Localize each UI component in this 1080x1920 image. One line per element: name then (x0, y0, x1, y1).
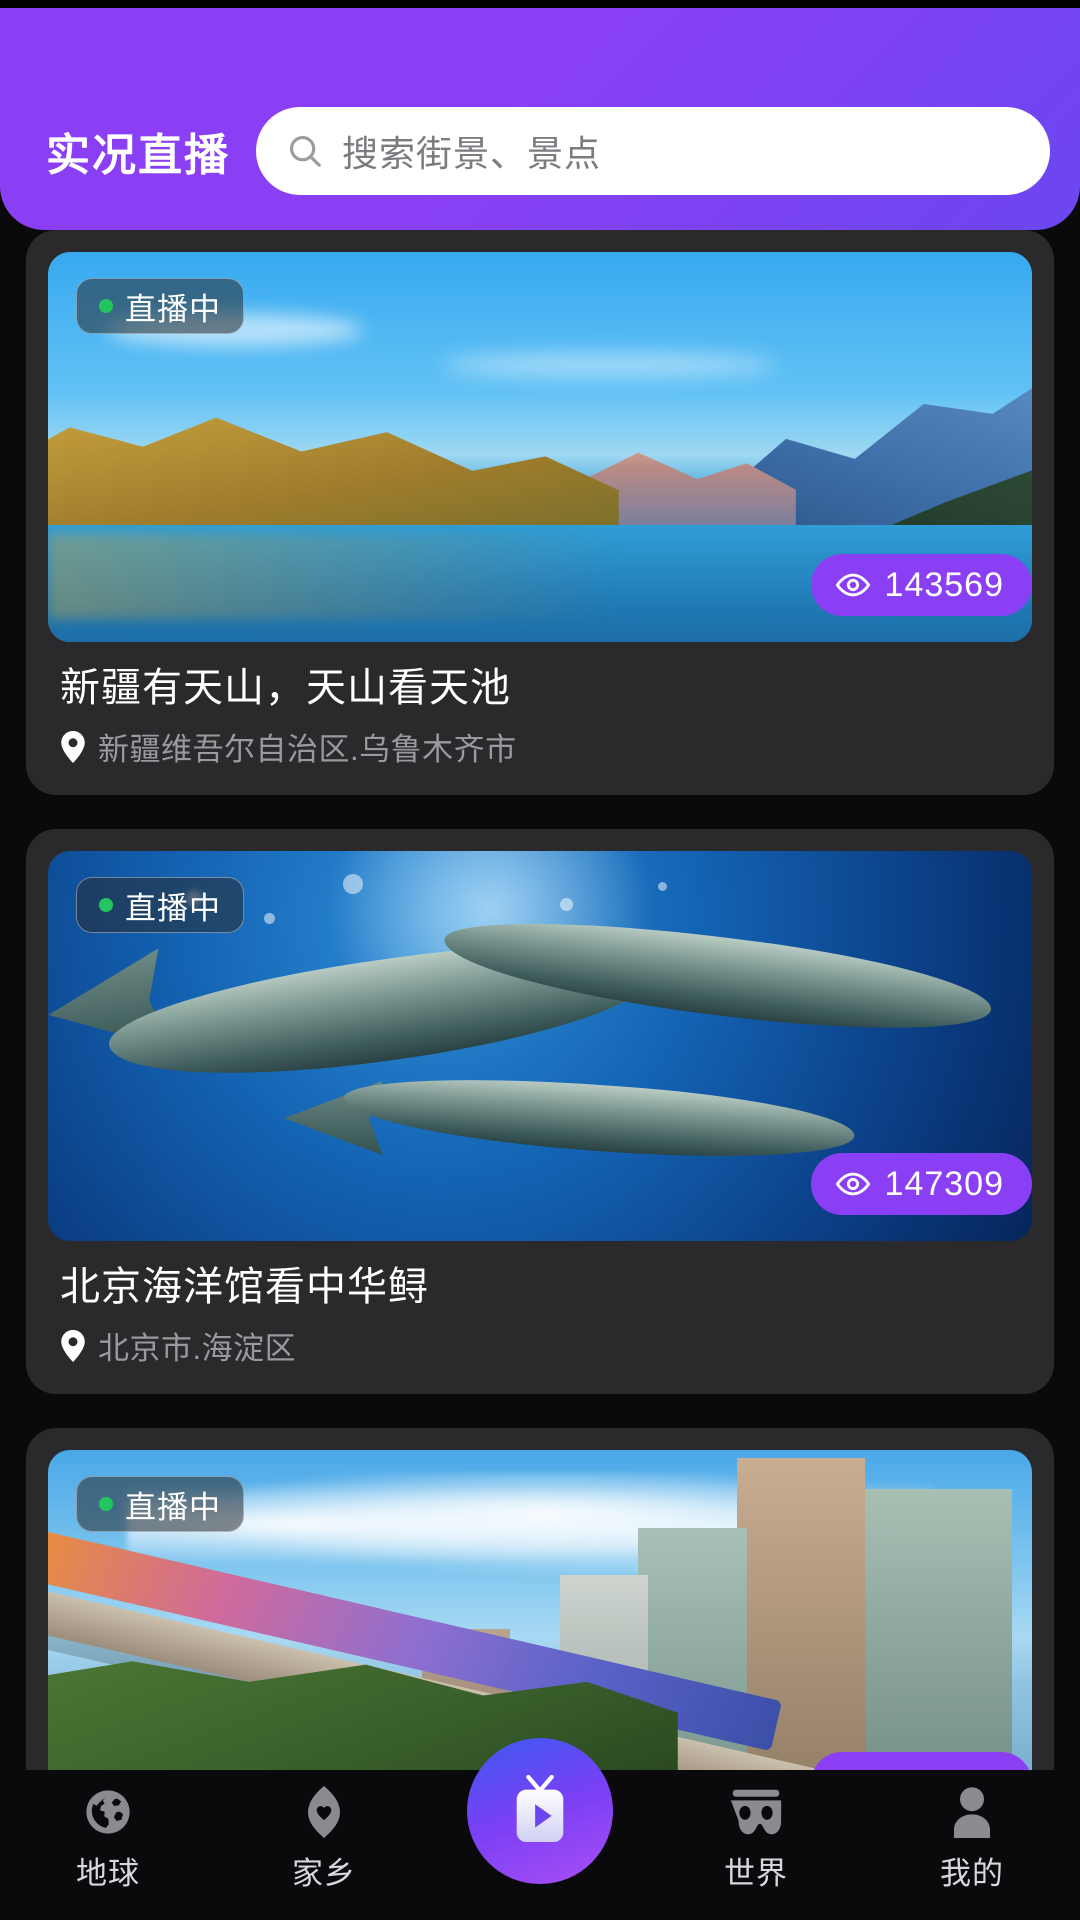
tab-label: 世界 (724, 1848, 788, 1893)
vr-goggles-icon (727, 1786, 785, 1838)
view-count-label: 143569 (885, 566, 1004, 605)
tab-hometown[interactable]: 家乡 (249, 1786, 399, 1893)
search-placeholder: 搜索街景、景点 (342, 125, 601, 177)
tab-label: 家乡 (292, 1848, 356, 1893)
tab-world[interactable]: 世界 (681, 1786, 831, 1893)
view-count-badge: 147309 (811, 1153, 1032, 1215)
live-dot-icon (99, 898, 113, 912)
tab-profile[interactable]: 我的 (897, 1786, 1047, 1893)
list-item[interactable]: 直播中 147309 北京海洋馆看中华鲟 北京市.海 (26, 829, 1054, 1394)
tab-label: 地球 (76, 1848, 140, 1893)
status-bar (0, 0, 1080, 8)
view-count-label: 147309 (885, 1165, 1004, 1204)
card-title: 新疆有天山，天山看天池 (60, 664, 1024, 712)
live-dot-icon (99, 1497, 113, 1511)
search-input[interactable]: 搜索街景、景点 (256, 107, 1050, 195)
app-root: 实况直播 搜索街景、景点 直播中 (0, 0, 1080, 1920)
card-thumbnail[interactable]: 直播中 143569 (48, 252, 1032, 642)
list-item[interactable]: 直播中 143569 新疆有天山，天山看天池 新疆维 (26, 230, 1054, 795)
status-badge: 直播中 (76, 1476, 244, 1532)
view-count-badge: 143569 (811, 554, 1032, 616)
map-pin-icon (60, 731, 86, 763)
globe-icon (83, 1786, 133, 1838)
live-center-button[interactable] (467, 1738, 613, 1884)
live-feed-list[interactable]: 直播中 143569 新疆有天山，天山看天池 新疆维 (0, 230, 1080, 1920)
card-title: 北京海洋馆看中华鲟 (60, 1263, 1024, 1311)
card-location-label: 新疆维吾尔自治区.乌鲁木齐市 (98, 724, 517, 769)
eye-icon (835, 1166, 871, 1202)
card-location: 北京市.海淀区 (60, 1323, 1024, 1368)
eye-icon (835, 567, 871, 603)
card-location-label: 北京市.海淀区 (98, 1323, 296, 1368)
home-heart-icon (301, 1786, 347, 1838)
page-title: 实况直播 (46, 134, 230, 200)
live-badge-label: 直播中 (125, 1482, 221, 1527)
status-badge: 直播中 (76, 877, 244, 933)
tab-label: 我的 (940, 1848, 1004, 1893)
map-pin-icon (60, 1330, 86, 1362)
card-body: 北京海洋馆看中华鲟 北京市.海淀区 (48, 1241, 1032, 1394)
live-dot-icon (99, 299, 113, 313)
live-badge-label: 直播中 (125, 883, 221, 928)
search-icon (286, 132, 324, 170)
tab-earth[interactable]: 地球 (33, 1786, 183, 1893)
live-badge-label: 直播中 (125, 284, 221, 329)
app-header: 实况直播 搜索街景、景点 (0, 8, 1080, 230)
person-icon (948, 1786, 996, 1838)
tv-play-icon (507, 1774, 573, 1848)
bottom-navigation: 地球 家乡 (0, 1770, 1080, 1920)
card-thumbnail[interactable]: 直播中 147309 (48, 851, 1032, 1241)
card-location: 新疆维吾尔自治区.乌鲁木齐市 (60, 724, 1024, 769)
status-badge: 直播中 (76, 278, 244, 334)
card-body: 新疆有天山，天山看天池 新疆维吾尔自治区.乌鲁木齐市 (48, 642, 1032, 795)
